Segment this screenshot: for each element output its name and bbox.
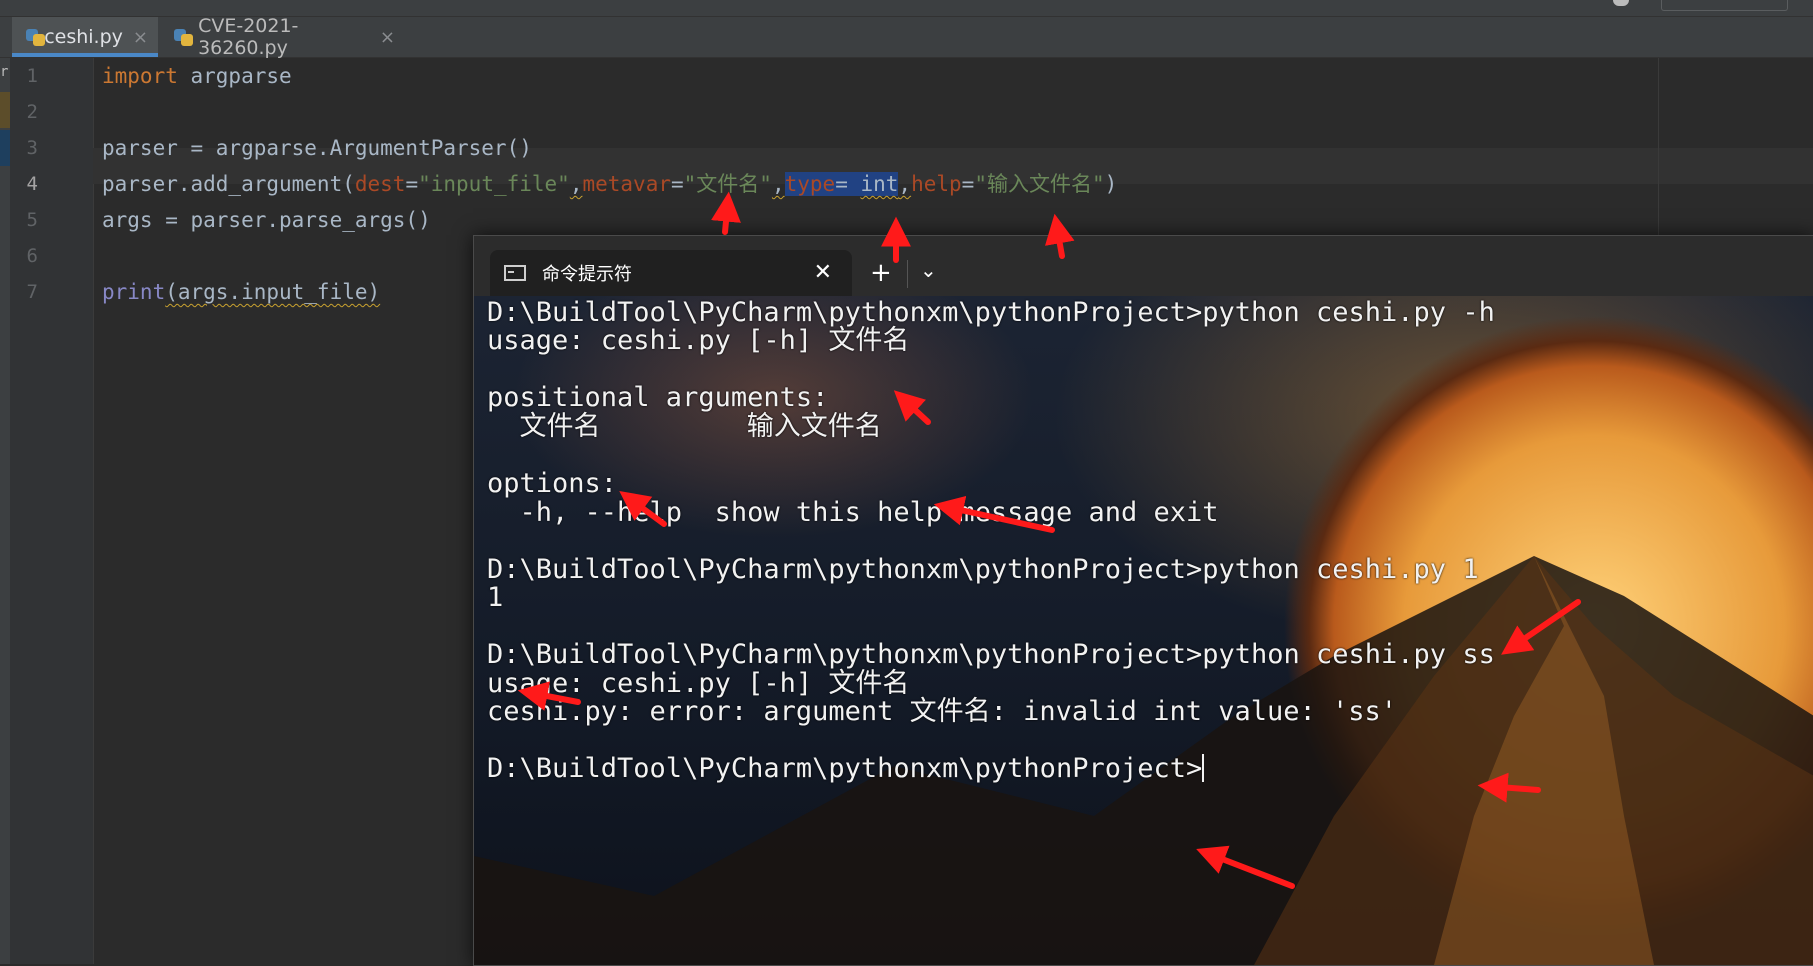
line-number: 6 [26, 245, 38, 267]
close-icon[interactable]: × [133, 27, 148, 48]
terminal-line: D:\BuildTool\PyCharm\pythonxm\pythonProj… [487, 554, 1479, 585]
code-line-7[interactable]: print(args.input_file) [102, 274, 380, 310]
line-number: 2 [26, 101, 38, 123]
close-icon[interactable]: ✕ [814, 260, 832, 285]
code-line-1[interactable]: import argparse [102, 58, 292, 94]
editor-tab-bar: ceshi.py × CVE-2021-36260.py × [0, 15, 1813, 59]
code-line-5[interactable]: args = parser.parse_args() [102, 202, 431, 238]
terminal-line: -h, --help show this help message and ex… [487, 497, 1219, 528]
terminal-line: usage: ceshi.py [-h] 文件名 [487, 325, 910, 356]
command-prompt-icon [504, 265, 526, 281]
right-margin-guide [1658, 58, 1659, 238]
chevron-down-icon[interactable]: ⌄ [920, 258, 937, 282]
tab-label: ceshi.py [44, 26, 123, 48]
terminal-window: 命令提示符 ✕ + ⌄ D:\BuildTool\PyCharm\pythonx… [473, 235, 1813, 966]
terminal-line: ceshi.py: error: argument 文件名: invalid i… [487, 696, 1398, 727]
text-cursor [1202, 754, 1205, 782]
terminal-line: 文件名 输入文件名 [487, 411, 882, 442]
terminal-prompt[interactable]: D:\BuildTool\PyCharm\pythonxm\pythonProj… [487, 752, 1205, 785]
new-tab-button[interactable]: + [870, 258, 892, 288]
terminal-tab[interactable]: 命令提示符 ✕ [490, 250, 852, 296]
line-number: 1 [26, 65, 38, 87]
line-number-gutter: 1 2 3 4 5 6 7 [10, 58, 94, 964]
user-icon[interactable] [1613, 0, 1629, 6]
line-number: 5 [26, 209, 38, 231]
python-file-icon [174, 27, 193, 47]
arrow-metavar [711, 191, 741, 235]
run-config-selector[interactable] [1661, 0, 1788, 11]
line-number-current: 4 [26, 173, 38, 195]
tab-label: CVE-2021-36260.py [198, 15, 299, 59]
python-file-icon [26, 27, 45, 47]
terminal-tab-title: 命令提示符 [542, 264, 632, 285]
tab-cve-2021-36260-py[interactable]: CVE-2021-36260.py × [160, 15, 405, 59]
line-number: 7 [26, 281, 38, 303]
tab-ceshi-py[interactable]: ceshi.py × [12, 17, 158, 57]
terminal-output[interactable]: D:\BuildTool\PyCharm\pythonxm\pythonProj… [474, 296, 1813, 965]
code-line-3[interactable]: parser = argparse.ArgumentParser() [102, 130, 532, 166]
selected-text: type [784, 172, 836, 196]
terminal-title-bar[interactable]: 命令提示符 ✕ + ⌄ [474, 236, 1813, 296]
line-number: 3 [26, 137, 38, 159]
code-line-4[interactable]: parser.add_argument(dest="input_file",me… [102, 166, 1117, 202]
close-icon[interactable]: × [380, 27, 395, 48]
project-panel-edge[interactable]: r [0, 58, 10, 964]
terminal-line: 1 [487, 582, 504, 613]
